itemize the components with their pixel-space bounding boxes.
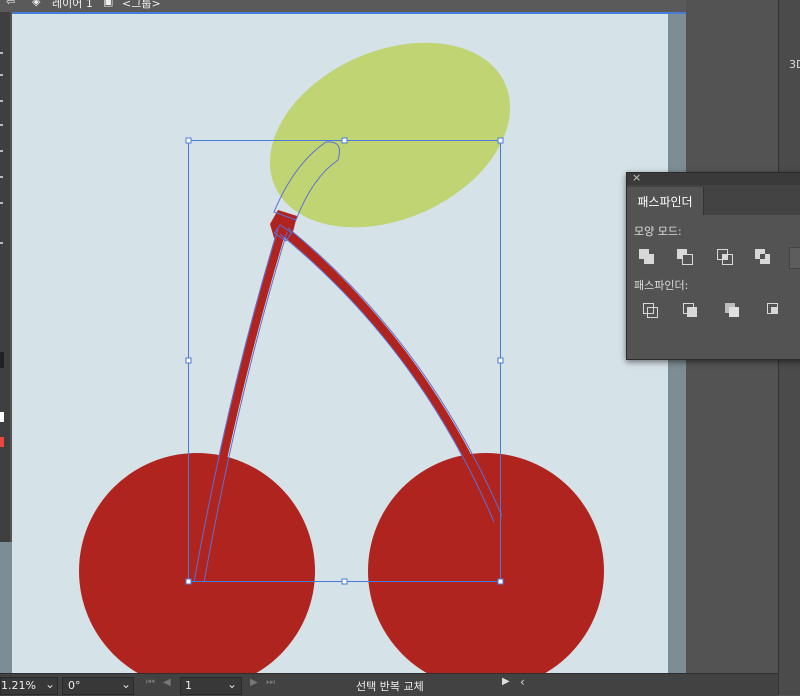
panel-titlebar[interactable]: × — [627, 171, 800, 185]
panel-tabs: 패스파인더 — [627, 185, 800, 215]
chevron-down-icon[interactable]: ⌄ — [45, 677, 55, 691]
selection-handle — [497, 578, 504, 585]
chevron-left-icon[interactable]: ‹ — [520, 675, 525, 689]
previous-artboard-icon[interactable]: ◀ — [163, 677, 171, 688]
last-artboard-icon[interactable]: ⏭ — [266, 677, 275, 688]
merge-button[interactable] — [723, 301, 743, 321]
chevron-down-icon[interactable]: ⌄ — [121, 677, 131, 691]
crop-button[interactable] — [765, 301, 785, 321]
breadcrumb-layer[interactable]: 레이어 1 — [52, 0, 93, 11]
selection-handle — [185, 578, 192, 585]
shape-modes-label: 모양 모드: — [634, 225, 682, 238]
status-bar: 1.21% ⌄ 0° ⌄ ⏮ ◀ 1 ⌄ ▶ ⏭ 선택 반복 교체 ▶ ‹ — [0, 673, 778, 696]
pathfinders-label: 패스파인더: — [634, 279, 689, 292]
zoom-field[interactable]: 1.21% ⌄ — [0, 677, 58, 695]
intersect-button[interactable] — [715, 247, 735, 267]
pasteboard-left — [0, 542, 12, 673]
divide-button[interactable] — [641, 301, 661, 321]
selection-handle — [185, 357, 192, 364]
expand-button[interactable] — [789, 247, 800, 269]
first-artboard-icon[interactable]: ⏮ — [146, 677, 155, 688]
group-icon: ▣ — [103, 0, 114, 8]
rotation-value: 0° — [68, 679, 81, 692]
breadcrumb-group[interactable]: <그룹> — [122, 0, 161, 11]
pathfinder-panel: × 패스파인더 모양 모드: 패스파인더: — [626, 171, 800, 360]
selection-handle — [497, 137, 504, 144]
isolation-arrow-icon[interactable]: ⇦ — [6, 0, 15, 8]
close-icon[interactable]: × — [632, 171, 641, 184]
rotation-field[interactable]: 0° ⌄ — [62, 677, 134, 695]
play-icon[interactable]: ▶ — [502, 676, 510, 687]
artboard-number-value: 1 — [185, 679, 192, 692]
selection-handle — [341, 578, 348, 585]
artboard-canvas[interactable] — [12, 14, 668, 673]
trim-button[interactable] — [681, 301, 701, 321]
selection-handle — [341, 137, 348, 144]
exclude-button[interactable] — [753, 247, 773, 267]
minus-front-button[interactable] — [675, 247, 695, 267]
unite-button[interactable] — [637, 247, 657, 267]
artboard-number-field[interactable]: 1 ⌄ — [180, 677, 242, 695]
next-artboard-icon[interactable]: ▶ — [250, 677, 258, 688]
zoom-value: 1.21% — [1, 679, 36, 692]
selection-handle — [185, 137, 192, 144]
top-bar: ⇦ ◈ 레이어 1 ▣ <그룹> — [0, 0, 800, 12]
tab-pathfinder[interactable]: 패스파인더 — [627, 187, 704, 215]
chevron-down-icon[interactable]: ⌄ — [227, 677, 237, 691]
panel-3d-label[interactable]: 3D — [789, 58, 800, 71]
status-selection-text: 선택 반복 교체 — [356, 680, 424, 693]
cherry-artwork — [79, 42, 604, 673]
layers-icon: ◈ — [32, 0, 41, 8]
selection-handle — [497, 357, 504, 364]
tools-panel-edge[interactable] — [0, 12, 10, 542]
